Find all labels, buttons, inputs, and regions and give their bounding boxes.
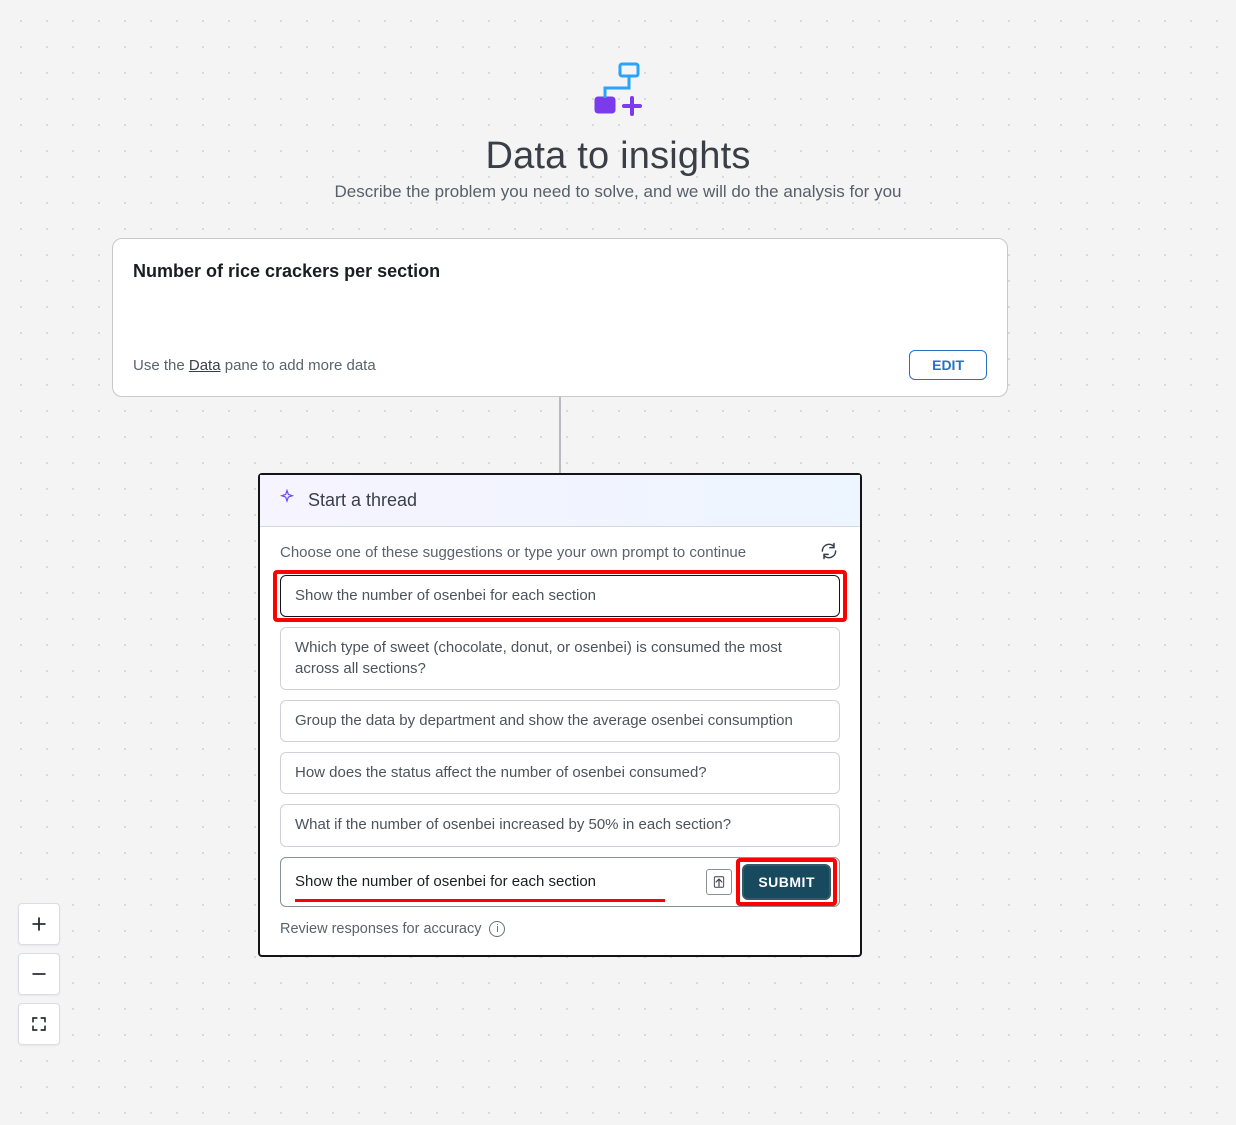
connector-line	[559, 397, 561, 473]
suggestion-prompt: Choose one of these suggestions or type …	[280, 544, 746, 561]
summary-card: Number of rice crackers per section Use …	[112, 238, 1008, 397]
zoom-in-button[interactable]	[18, 903, 60, 945]
suggestion-2[interactable]: Which type of sweet (chocolate, donut, o…	[280, 627, 840, 690]
refresh-suggestions-button[interactable]	[818, 541, 840, 563]
zoom-controls	[18, 903, 60, 1045]
prompt-input[interactable]	[295, 867, 696, 896]
hero: Data to insights Describe the problem yo…	[168, 60, 1068, 202]
accuracy-note: Review responses for accuracy i	[280, 921, 840, 937]
thread-header: Start a thread	[260, 475, 860, 527]
flow-icon	[168, 60, 1068, 129]
sparkle-icon	[278, 489, 296, 512]
suggestion-3[interactable]: Group the data by department and show th…	[280, 700, 840, 742]
thread-title: Start a thread	[308, 490, 417, 511]
summary-text: Number of rice crackers per section	[133, 261, 987, 282]
info-icon[interactable]: i	[489, 921, 505, 937]
suggestion-4[interactable]: How does the status affect the number of…	[280, 752, 840, 794]
submit-button[interactable]: SUBMIT	[742, 864, 831, 900]
suggestion-1[interactable]: Show the number of osenbei for each sect…	[280, 575, 840, 617]
edit-button[interactable]: EDIT	[909, 350, 987, 380]
fit-screen-button[interactable]	[18, 1003, 60, 1045]
hero-title: Data to insights	[168, 135, 1068, 178]
zoom-out-button[interactable]	[18, 953, 60, 995]
prompt-input-row: SUBMIT	[280, 857, 840, 907]
data-pane-link[interactable]: Data	[189, 357, 221, 374]
suggestion-5[interactable]: What if the number of osenbei increased …	[280, 804, 840, 846]
hero-subtitle: Describe the problem you need to solve, …	[168, 182, 1068, 202]
thread-card: Start a thread Choose one of these sugge…	[258, 473, 862, 957]
underline-annotation	[295, 899, 665, 902]
data-hint: Use the Data pane to add more data	[133, 357, 376, 374]
attach-button[interactable]	[706, 869, 732, 895]
